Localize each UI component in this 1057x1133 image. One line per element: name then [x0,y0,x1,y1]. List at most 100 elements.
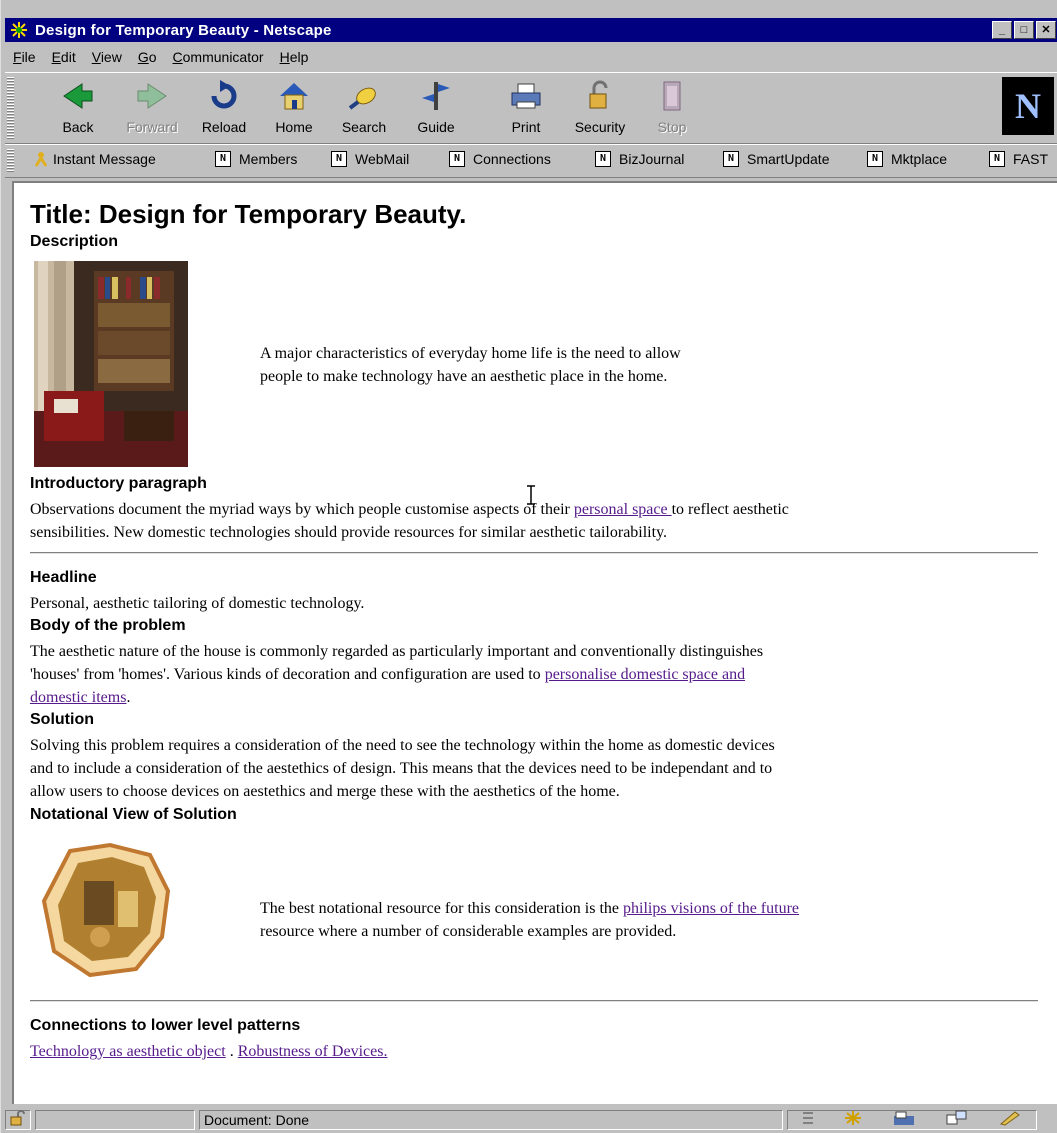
reload-button[interactable]: Reload [191,77,257,139]
bookmark-label: BizJournal [619,151,685,167]
guide-icon [416,77,456,115]
menu-help[interactable]: Help [272,49,317,65]
unlocked-padlock-icon [10,1110,26,1129]
bookmark-icon: N [331,151,347,167]
intro-text: Observations document the myriad ways by… [30,501,574,518]
menu-communicator[interactable]: Communicator [165,49,272,65]
domestic-items-link[interactable]: domestic items [30,689,126,706]
notational-image [40,841,174,979]
print-button[interactable]: Print [493,77,559,139]
bookmark-webmail[interactable]: N WebMail [331,151,409,167]
description-line: people to make technology have an aesthe… [260,368,668,385]
solution-text: Solving this problem requires a consider… [30,737,775,754]
bookmark-mktplace[interactable]: N Mktplace [867,151,947,167]
forward-button[interactable]: Forward [119,77,185,139]
solution-text: allow users to choose devices on aesteth… [30,783,620,800]
navigator-icon[interactable] [844,1110,862,1129]
toolbar-grip[interactable] [7,77,14,139]
solution-heading: Solution [30,711,94,728]
bookmark-connections[interactable]: N Connections [449,151,551,167]
bookmark-icon: N [723,151,739,167]
bookmark-label: Instant Message [53,151,156,167]
bookmark-smartupdate[interactable]: N SmartUpdate [723,151,829,167]
body-text: 'houses' from 'homes'. Various kinds of … [30,666,545,683]
technology-aesthetic-object-link[interactable]: Technology as aesthetic object [30,1043,226,1060]
connections-heading: Connections to lower level patterns [30,1017,301,1034]
body-paragraph: The aesthetic nature of the house is com… [30,640,763,709]
room-photo [34,261,188,467]
description-line: A major characteristics of everyday home… [260,345,681,362]
menu-file-label: ile [21,49,36,65]
description-text: A major characteristics of everyday home… [260,342,681,388]
personalise-domestic-space-link[interactable]: personalise domestic space and [545,666,745,683]
menu-edit-label: dit [60,49,76,65]
netscape-logo-letter: N [1015,86,1041,126]
print-icon [506,77,546,115]
stop-icon [652,77,692,115]
page-content[interactable]: Title: Design for Temporary Beauty. Desc… [12,181,1057,1104]
bookmark-members[interactable]: N Members [215,151,297,167]
home-icon [274,77,314,115]
menu-view[interactable]: View [84,49,130,65]
security-lock-icon [580,77,620,115]
menu-help-mnemonic: H [279,49,290,65]
guide-button[interactable]: Guide [403,77,469,139]
bookmark-label: Members [239,151,298,167]
headline-heading: Headline [30,569,97,586]
menu-communicator-label: ommunicator [182,49,264,65]
bookmark-icon: N [449,151,465,167]
maximize-button[interactable]: □ [1014,21,1034,39]
solution-text: and to include a consideration of the ae… [30,760,773,777]
back-arrow-icon [58,77,98,115]
status-bar: Document: Done [5,1106,1057,1133]
personal-toolbar-grip[interactable] [7,149,14,173]
security-label: Security [574,119,626,135]
menu-bar: File Edit View Go Communicator Help [5,46,316,68]
intro-paragraph: Observations document the myriad ways by… [30,498,789,544]
bookmark-instant-message[interactable]: Instant Message [33,151,156,167]
body-heading: Body of the problem [30,617,186,634]
body-text: . [126,689,131,706]
menu-file[interactable]: File [5,49,44,65]
text-cursor-icon [526,485,536,505]
bookmark-fast[interactable]: N FAST [989,151,1048,167]
intro-text: sensibilities. New domestic technologies… [30,524,668,541]
security-button[interactable]: Security [567,77,633,139]
connections-separator: . [225,1043,238,1060]
back-button[interactable]: Back [45,77,111,139]
discussion-groups-icon[interactable] [946,1110,968,1129]
menu-go-mnemonic: G [137,49,149,65]
close-button[interactable]: ✕ [1036,21,1056,39]
stop-button[interactable]: Stop [639,77,705,139]
philips-visions-link[interactable]: philips visions of the future [623,900,799,917]
mail-icon[interactable] [893,1110,915,1129]
bookmark-label: SmartUpdate [747,151,830,167]
minimize-button[interactable]: _ [992,21,1012,39]
home-label: Home [275,119,313,135]
menu-edit[interactable]: Edit [44,49,84,65]
bookmark-bizjournal[interactable]: N BizJournal [595,151,684,167]
composer-icon[interactable] [999,1110,1021,1129]
netscape-app-icon[interactable] [9,20,29,40]
search-button[interactable]: Search [331,77,397,139]
menu-view-mnemonic: V [91,49,101,65]
component-bar-grip-icon[interactable] [803,1111,814,1128]
security-status-cell[interactable] [5,1109,31,1130]
title-bar[interactable]: Design for Temporary Beauty - Netscape _… [5,18,1057,42]
bookmark-label: WebMail [355,151,410,167]
status-text: Document: Done [204,1111,310,1128]
menu-edit-mnemonic: E [51,49,61,65]
component-bar [787,1109,1037,1130]
navigation-toolbar: Back Forward Reload Home Search Guide Pr… [5,72,1057,144]
progress-cell [35,1109,195,1130]
connections-links: Technology as aesthetic object . Robustn… [30,1040,387,1063]
home-button[interactable]: Home [261,77,327,139]
guide-label: Guide [417,119,455,135]
body-text: The aesthetic nature of the house is com… [30,643,764,660]
personal-space-link[interactable]: personal space [574,501,672,518]
menu-go[interactable]: Go [130,49,165,65]
menu-file-mnemonic: F [13,49,22,65]
headline-text: Personal, aesthetic tailoring of domesti… [30,595,365,612]
netscape-logo[interactable]: N [1002,77,1054,135]
robustness-of-devices-link[interactable]: Robustness of Devices. [238,1043,388,1060]
